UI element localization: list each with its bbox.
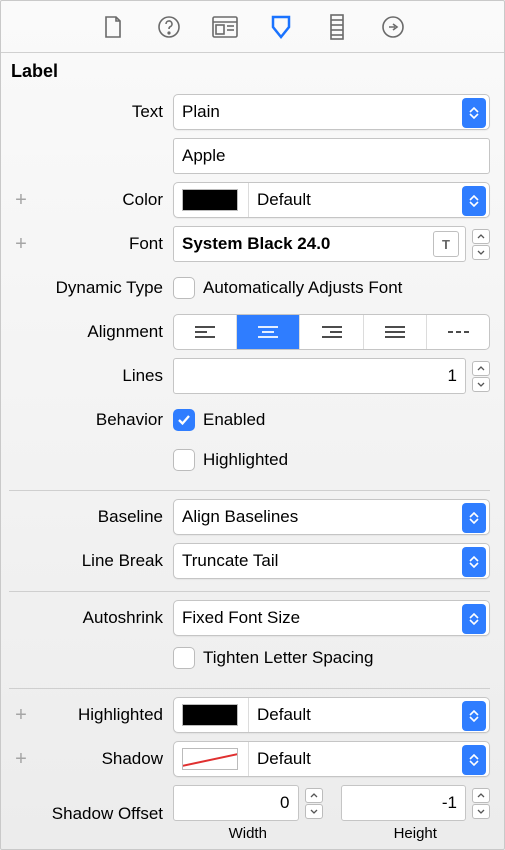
font-label: Font (33, 234, 173, 254)
highlighted-swatch (182, 704, 238, 726)
align-natural-button[interactable] (427, 315, 489, 349)
dynamic-type-checkbox-label: Automatically Adjusts Font (203, 278, 402, 298)
shadow-width-value: 0 (280, 793, 289, 813)
font-value: System Black 24.0 (182, 234, 433, 254)
highlighted-color-value: Default (257, 705, 489, 725)
text-mode-value: Plain (182, 102, 481, 122)
highlighted-behavior-checkbox[interactable] (173, 449, 195, 471)
stepper-down-icon[interactable] (472, 245, 490, 260)
highlighted-behavior-label: Highlighted (203, 450, 288, 470)
inspector-toolbar (1, 1, 504, 53)
add-shadow-button[interactable]: + (9, 749, 33, 769)
behavior-label: Behavior (33, 410, 173, 430)
highlighted-label: Highlighted (33, 705, 173, 725)
file-inspector-icon[interactable] (100, 14, 126, 40)
text-content-value: Apple (182, 146, 225, 166)
lines-stepper[interactable] (472, 361, 490, 392)
line-break-value: Truncate Tail (182, 551, 481, 571)
autoshrink-value: Fixed Font Size (182, 608, 481, 628)
shadow-height-stepper[interactable] (472, 788, 490, 819)
line-break-popup[interactable]: Truncate Tail (173, 543, 490, 579)
font-picker-icon[interactable]: T (433, 231, 459, 257)
align-center-button[interactable] (237, 315, 300, 349)
chevron-updown-icon (462, 604, 486, 634)
color-swatch (182, 189, 238, 211)
attributes-inspector-icon[interactable] (268, 14, 294, 40)
color-popup[interactable]: Default (173, 182, 490, 218)
highlighted-color-popup[interactable]: Default (173, 697, 490, 733)
add-highlighted-button[interactable]: + (9, 705, 33, 725)
baseline-value: Align Baselines (182, 507, 481, 527)
shadow-height-field[interactable]: -1 (341, 785, 467, 821)
divider (9, 688, 490, 689)
chevron-updown-icon (462, 701, 486, 731)
help-inspector-icon[interactable] (156, 14, 182, 40)
stepper-up-icon[interactable] (472, 361, 490, 376)
size-inspector-icon[interactable] (324, 14, 350, 40)
stepper-down-icon[interactable] (305, 804, 323, 819)
autoshrink-label: Autoshrink (33, 608, 173, 628)
add-color-button[interactable]: + (9, 190, 33, 210)
shadow-label: Shadow (33, 749, 173, 769)
lines-value: 1 (448, 366, 457, 386)
shadow-width-field[interactable]: 0 (173, 785, 299, 821)
enabled-label: Enabled (203, 410, 265, 430)
chevron-updown-icon (462, 186, 486, 216)
align-justify-button[interactable] (364, 315, 427, 349)
add-font-button[interactable]: + (9, 234, 33, 254)
alignment-label: Alignment (33, 322, 173, 342)
shadow-color-popup[interactable]: Default (173, 741, 490, 777)
stepper-up-icon[interactable] (472, 788, 490, 803)
shadow-width-stepper[interactable] (305, 788, 323, 819)
stepper-up-icon[interactable] (472, 229, 490, 244)
chevron-updown-icon (462, 503, 486, 533)
shadow-swatch (182, 748, 238, 770)
shadow-height-value: -1 (442, 793, 457, 813)
dynamic-type-label: Dynamic Type (33, 278, 173, 298)
line-break-label: Line Break (33, 551, 173, 571)
text-content-field[interactable]: Apple (173, 138, 490, 174)
baseline-popup[interactable]: Align Baselines (173, 499, 490, 535)
enabled-checkbox[interactable] (173, 409, 195, 431)
color-value: Default (257, 190, 489, 210)
baseline-label: Baseline (33, 507, 173, 527)
shadow-color-value: Default (257, 749, 489, 769)
lines-label: Lines (33, 366, 173, 386)
stepper-down-icon[interactable] (472, 377, 490, 392)
stepper-down-icon[interactable] (472, 804, 490, 819)
font-stepper[interactable] (472, 229, 490, 260)
tighten-spacing-label: Tighten Letter Spacing (203, 648, 373, 668)
text-mode-popup[interactable]: Plain (173, 94, 490, 130)
tighten-spacing-checkbox[interactable] (173, 647, 195, 669)
offset-width-label: Width (229, 825, 267, 842)
content-area: Text Plain Apple (1, 94, 504, 842)
lines-field[interactable]: 1 (173, 358, 466, 394)
divider (9, 490, 490, 491)
offset-height-label: Height (394, 825, 437, 842)
autoshrink-popup[interactable]: Fixed Font Size (173, 600, 490, 636)
dynamic-type-checkbox[interactable] (173, 277, 195, 299)
font-field[interactable]: System Black 24.0 T (173, 226, 466, 262)
section-header: Label (1, 53, 504, 86)
text-label: Text (33, 102, 173, 122)
stepper-up-icon[interactable] (305, 788, 323, 803)
align-left-button[interactable] (174, 315, 237, 349)
align-right-button[interactable] (300, 315, 363, 349)
identity-inspector-icon[interactable] (212, 14, 238, 40)
chevron-updown-icon (462, 547, 486, 577)
divider (9, 591, 490, 592)
chevron-updown-icon (462, 98, 486, 128)
alignment-control (173, 314, 490, 350)
connections-inspector-icon[interactable] (380, 14, 406, 40)
inspector-panel: Label Text Plain Apple (0, 0, 505, 850)
color-label: Color (33, 190, 173, 210)
shadow-offset-label: Shadow Offset (33, 804, 173, 824)
chevron-updown-icon (462, 745, 486, 775)
